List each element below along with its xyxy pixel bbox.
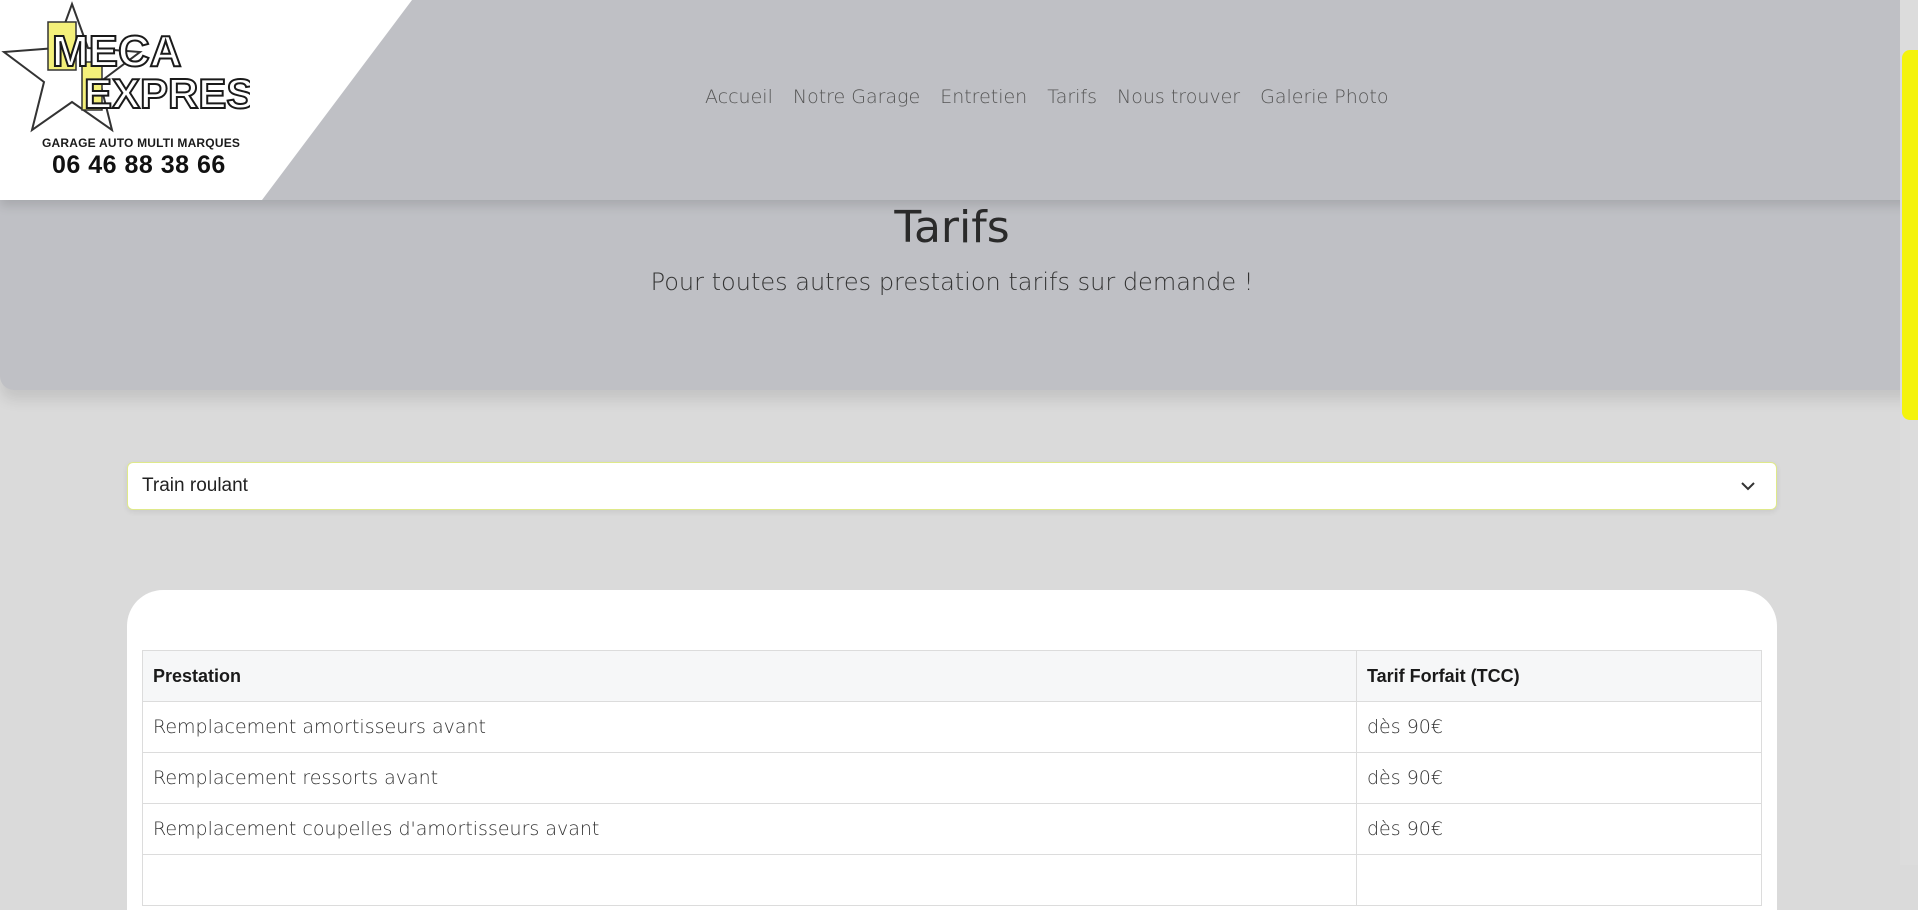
cell-tarif <box>1356 854 1762 906</box>
category-select-value: Train roulant <box>142 475 248 496</box>
column-header-tarif: Tarif Forfait (TCC) <box>1356 650 1762 702</box>
logo-subtitle: GARAGE AUTO MULTI MARQUES <box>42 136 241 150</box>
nav-item-galerie-photo[interactable]: Galerie Photo <box>1260 86 1388 108</box>
logo-word-express: EXPRESS <box>84 70 250 117</box>
page-title: Tarifs <box>894 202 1010 253</box>
nav-item-accueil[interactable]: Accueil <box>705 86 773 108</box>
cell-prestation: Remplacement amortisseurs avant <box>142 701 1357 753</box>
logo-word-meca: MECA <box>52 27 182 76</box>
chevron-down-icon <box>1741 482 1755 491</box>
cell-prestation: Remplacement coupelles d'amortisseurs av… <box>142 803 1357 855</box>
tarifs-card: Prestation Tarif Forfait (TCC) Remplacem… <box>127 590 1777 910</box>
logo-phone-number: 06 46 88 38 66 <box>52 151 226 179</box>
nav-item-notre-garage[interactable]: Notre Garage <box>793 86 920 108</box>
table-row: Remplacement coupelles d'amortisseurs av… <box>142 803 1762 855</box>
nav-item-entretien[interactable]: Entretien <box>940 86 1027 108</box>
tarifs-table: Prestation Tarif Forfait (TCC) Remplacem… <box>142 650 1762 906</box>
nav-item-tarifs[interactable]: Tarifs <box>1047 86 1097 108</box>
table-row <box>142 854 1762 906</box>
cell-prestation: Remplacement ressorts avant <box>142 752 1357 804</box>
cell-tarif: dès 90€ <box>1356 803 1762 855</box>
main-nav: Accueil Notre Garage Entretien Tarifs No… <box>705 86 1388 108</box>
scrollbar-thumb[interactable] <box>1902 50 1918 420</box>
logo[interactable]: MECA EXPRESS GARAGE AUTO MULTI MARQUES 0… <box>0 0 420 200</box>
page-subtitle: Pour toutes autres prestation tarifs sur… <box>650 268 1254 296</box>
cell-tarif: dès 90€ <box>1356 701 1762 753</box>
table-header-row: Prestation Tarif Forfait (TCC) <box>142 650 1762 702</box>
table-row: Remplacement ressorts avant dès 90€ <box>142 752 1762 804</box>
category-select[interactable]: Train roulant <box>127 462 1777 510</box>
site-header: MECA EXPRESS GARAGE AUTO MULTI MARQUES 0… <box>0 0 1918 200</box>
column-header-prestation: Prestation <box>142 650 1357 702</box>
nav-item-nous-trouver[interactable]: Nous trouver <box>1117 86 1240 108</box>
cell-tarif: dès 90€ <box>1356 752 1762 804</box>
table-row: Remplacement amortisseurs avant dès 90€ <box>142 701 1762 753</box>
cell-prestation <box>142 854 1357 906</box>
